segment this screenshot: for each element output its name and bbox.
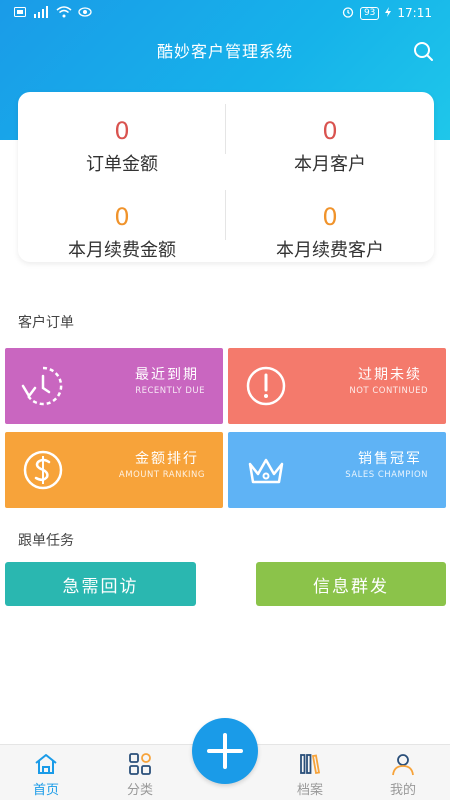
- search-button[interactable]: [412, 40, 434, 62]
- tile-not-continued-title: 过期未续: [358, 367, 422, 383]
- nav-label-mine: 我的: [389, 783, 416, 798]
- nav-label-category: 分类: [126, 783, 153, 798]
- alert-circle-icon: [246, 366, 286, 406]
- tile-not-continued[interactable]: 过期未续 NOT CONTINUED: [228, 348, 446, 424]
- stat-order-amount[interactable]: 0 订单金额: [18, 116, 226, 176]
- tile-amount-ranking-subtitle: AMOUNT RANKING: [118, 470, 205, 480]
- section-title-follow-tasks: 跟单任务: [18, 533, 74, 549]
- mass-message-button[interactable]: 信息群发: [256, 562, 446, 606]
- stat-month-customers-value: 0: [322, 117, 338, 145]
- stat-month-renewal-amount-value: 0: [114, 203, 130, 231]
- stat-month-renewal-amount[interactable]: 0 本月续费金额: [18, 202, 226, 262]
- add-button[interactable]: [192, 718, 258, 784]
- stat-order-amount-value: 0: [114, 117, 130, 145]
- tile-sales-champion-title: 销售冠军: [358, 451, 422, 467]
- nav-label-home: 首页: [32, 783, 59, 798]
- nav-item-archive[interactable]: 档案: [280, 751, 340, 798]
- urgent-visit-button[interactable]: 急需回访: [5, 562, 196, 606]
- battery-icon: 93: [359, 6, 380, 20]
- stat-month-customers[interactable]: 0 本月客户: [226, 116, 434, 176]
- plus-icon: [207, 733, 243, 769]
- summary-card: 0 订单金额 0 本月客户 0 本月续费金额 0 本月续费客户: [18, 92, 434, 262]
- tile-recently-due-subtitle: RECENTLY DUE: [135, 386, 205, 396]
- charging-icon: [385, 6, 392, 20]
- stat-month-customers-label: 本月客户: [294, 154, 366, 175]
- user-icon: [392, 754, 414, 776]
- crown-icon: [248, 458, 284, 484]
- signal-icon: [32, 5, 50, 21]
- category-grid-icon: [129, 753, 151, 775]
- stat-month-renewal-customers-label: 本月续费客户: [276, 240, 384, 261]
- nav-item-mine[interactable]: 我的: [373, 751, 433, 798]
- stat-month-renewal-customers-value: 0: [322, 203, 338, 231]
- search-icon: [414, 42, 433, 61]
- section-title-customer-orders: 客户订单: [18, 315, 74, 331]
- home-icon: [35, 754, 57, 774]
- tile-sales-champion[interactable]: 销售冠军 SALES CHAMPION: [228, 432, 446, 508]
- tile-amount-ranking[interactable]: 金额排行 AMOUNT RANKING: [5, 432, 223, 508]
- tile-recently-due[interactable]: 最近到期 RECENTLY DUE: [5, 348, 223, 424]
- status-time: 17:11: [397, 6, 432, 20]
- tile-recently-due-title: 最近到期: [135, 367, 199, 383]
- nav-label-archive: 档案: [296, 783, 323, 798]
- nav-item-category[interactable]: 分类: [110, 751, 170, 798]
- page-title: 酷妙客户管理系统: [156, 42, 293, 61]
- clock-history-icon: [21, 366, 63, 406]
- books-icon: [300, 754, 321, 775]
- stat-order-amount-label: 订单金额: [86, 154, 158, 175]
- status-bar: 93 17:11: [0, 0, 450, 26]
- stat-month-renewal-customers[interactable]: 0 本月续费客户: [226, 202, 434, 262]
- dollar-coin-icon: [23, 450, 63, 490]
- eye-icon: [78, 6, 92, 20]
- nav-item-home[interactable]: 首页: [16, 751, 76, 798]
- stat-month-renewal-amount-label: 本月续费金额: [68, 240, 176, 261]
- wifi-icon: [56, 5, 72, 21]
- notification-icon: [14, 6, 26, 20]
- alarm-icon: [342, 6, 354, 21]
- tile-amount-ranking-title: 金额排行: [135, 451, 199, 467]
- tile-not-continued-subtitle: NOT CONTINUED: [349, 386, 428, 396]
- tile-sales-champion-subtitle: SALES CHAMPION: [345, 470, 428, 480]
